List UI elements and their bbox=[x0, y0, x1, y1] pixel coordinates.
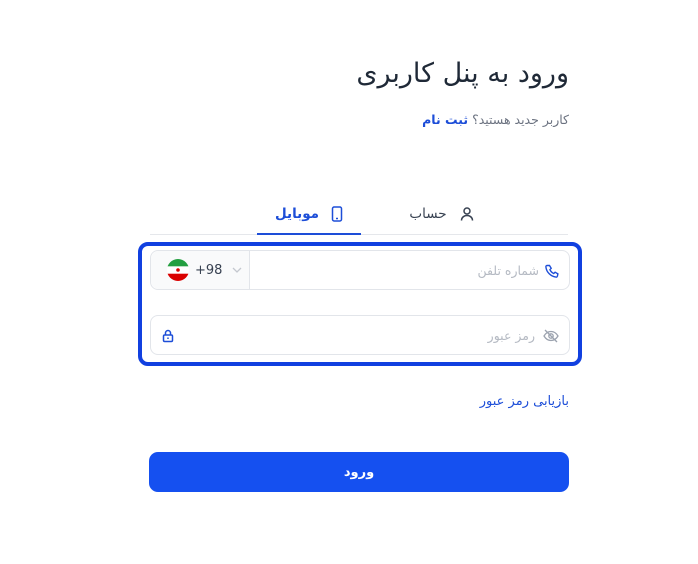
iran-flag-icon bbox=[167, 259, 189, 281]
register-prompt-text: کاربر جدید هستید؟ bbox=[472, 112, 569, 127]
lock-icon bbox=[162, 328, 174, 347]
forgot-password-link[interactable]: بازیابی رمز عبور bbox=[480, 394, 569, 409]
login-button[interactable]: ورود bbox=[149, 452, 569, 492]
tab-account-label: حساب bbox=[409, 205, 447, 222]
phone-icon bbox=[545, 263, 559, 282]
smartphone-icon bbox=[331, 205, 343, 222]
country-code: +98 bbox=[195, 262, 223, 278]
phone-field: +98 bbox=[150, 250, 570, 290]
login-method-tabs: حساب موبایل bbox=[150, 194, 568, 235]
tab-mobile-label: موبایل bbox=[274, 205, 320, 222]
phone-input[interactable] bbox=[255, 251, 539, 289]
register-prompt: کاربر جدید هستید؟ ثبت نام bbox=[422, 112, 569, 127]
password-field bbox=[150, 315, 570, 355]
register-link[interactable]: ثبت نام bbox=[422, 112, 468, 127]
country-code-select[interactable]: +98 bbox=[151, 251, 250, 289]
user-icon bbox=[459, 206, 475, 222]
chevron-down-icon bbox=[232, 267, 242, 274]
eye-slash-icon[interactable] bbox=[543, 328, 559, 347]
tab-account[interactable]: حساب bbox=[407, 194, 477, 233]
page-title: ورود به پنل کاربری bbox=[356, 58, 569, 89]
login-page: ورود به پنل کاربری کاربر جدید هستید؟ ثبت… bbox=[0, 0, 698, 564]
tab-mobile[interactable]: موبایل bbox=[257, 194, 361, 235]
password-input[interactable] bbox=[193, 316, 535, 354]
